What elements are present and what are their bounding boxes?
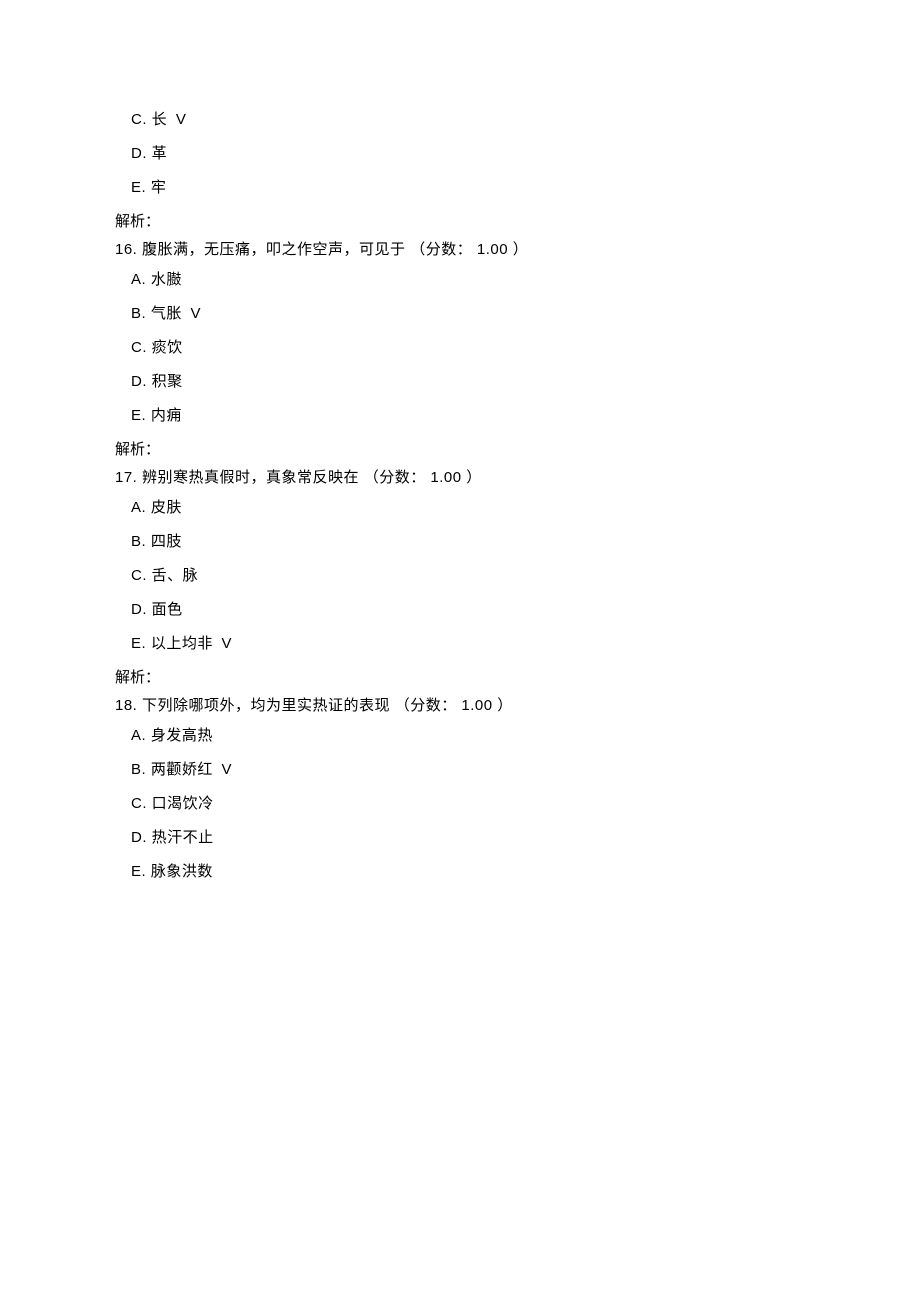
- option-row: E. 以上均非 V: [115, 632, 920, 656]
- option-letter: A.: [131, 271, 146, 288]
- option-row: C. 舌、脉: [115, 564, 920, 588]
- option-row: C. 口渴饮冷: [115, 792, 920, 816]
- option-row: D. 积聚: [115, 370, 920, 394]
- option-text: 身发高热: [151, 727, 213, 744]
- option-row: A. 水臌: [115, 268, 920, 292]
- option-row: E. 牢: [115, 176, 920, 200]
- option-letter: E.: [131, 863, 146, 880]
- option-row: D. 面色: [115, 598, 920, 622]
- option-text: 气胀: [151, 305, 182, 322]
- question-close: ）: [466, 469, 482, 486]
- correct-mark: V: [218, 761, 233, 778]
- option-text: 两颧娇红: [151, 761, 213, 778]
- option-text: 内痈: [151, 407, 182, 424]
- option-text: 舌、脉: [152, 567, 199, 584]
- question-number: 16.: [115, 241, 137, 258]
- option-text: 水臌: [151, 271, 182, 288]
- option-letter: A.: [131, 499, 146, 516]
- question-close: ）: [513, 241, 529, 258]
- option-letter: E.: [131, 407, 146, 424]
- question-stem: 17. 辨别寒热真假时，真象常反映在 （分数： 1.00 ）: [115, 466, 920, 490]
- option-text: 面色: [152, 601, 183, 618]
- option-row: E. 内痈: [115, 404, 920, 428]
- option-text: 以上均非: [151, 635, 213, 652]
- option-letter: D.: [131, 145, 147, 162]
- option-text: 牢: [151, 179, 167, 196]
- option-row: B. 两颧娇红 V: [115, 758, 920, 782]
- option-letter: C.: [131, 339, 147, 356]
- option-letter: B.: [131, 761, 146, 778]
- option-row: B. 气胀 V: [115, 302, 920, 326]
- question-number: 17.: [115, 469, 137, 486]
- question-number: 18.: [115, 697, 137, 714]
- option-letter: D.: [131, 829, 147, 846]
- option-row: A. 皮肤: [115, 496, 920, 520]
- correct-mark: V: [187, 305, 202, 322]
- option-text: 长: [152, 111, 168, 128]
- question-text: 下列除哪项外，均为里实热证的表现 （分数：: [142, 697, 457, 714]
- question-score: 1.00: [430, 469, 461, 486]
- option-text: 积聚: [152, 373, 183, 390]
- option-letter: B.: [131, 305, 146, 322]
- option-text: 热汗不止: [152, 829, 214, 846]
- question-score: 1.00: [477, 241, 508, 258]
- option-row: D. 热汗不止: [115, 826, 920, 850]
- option-row: B. 四肢: [115, 530, 920, 554]
- question-close: ）: [497, 697, 513, 714]
- analysis-label: 解析：: [115, 666, 920, 690]
- question-stem: 16. 腹胀满，无压痛，叩之作空声，可见于 （分数： 1.00 ）: [115, 238, 920, 262]
- analysis-label: 解析：: [115, 438, 920, 462]
- question-text: 辨别寒热真假时，真象常反映在 （分数：: [142, 469, 426, 486]
- option-row: C. 长 V: [115, 108, 920, 132]
- option-row: D. 革: [115, 142, 920, 166]
- question-score: 1.00: [461, 697, 492, 714]
- correct-mark: V: [218, 635, 233, 652]
- option-text: 皮肤: [151, 499, 182, 516]
- question-stem: 18. 下列除哪项外，均为里实热证的表现 （分数： 1.00 ）: [115, 694, 920, 718]
- option-letter: D.: [131, 373, 147, 390]
- option-letter: C.: [131, 567, 147, 584]
- option-row: E. 脉象洪数: [115, 860, 920, 884]
- option-text: 四肢: [151, 533, 182, 550]
- option-letter: B.: [131, 533, 146, 550]
- option-row: C. 痰饮: [115, 336, 920, 360]
- option-letter: E.: [131, 179, 146, 196]
- option-text: 脉象洪数: [151, 863, 213, 880]
- option-letter: A.: [131, 727, 146, 744]
- option-letter: C.: [131, 111, 147, 128]
- question-text: 腹胀满，无压痛，叩之作空声，可见于 （分数：: [142, 241, 472, 258]
- option-text: 革: [152, 145, 168, 162]
- exam-page: C. 长 V D. 革 E. 牢 解析： 16. 腹胀满，无压痛，叩之作空声，可…: [0, 0, 920, 1303]
- option-text: 口渴饮冷: [152, 795, 214, 812]
- option-letter: D.: [131, 601, 147, 618]
- option-letter: C.: [131, 795, 147, 812]
- option-letter: E.: [131, 635, 146, 652]
- option-text: 痰饮: [152, 339, 183, 356]
- correct-mark: V: [172, 111, 187, 128]
- analysis-label: 解析：: [115, 210, 920, 234]
- option-row: A. 身发高热: [115, 724, 920, 748]
